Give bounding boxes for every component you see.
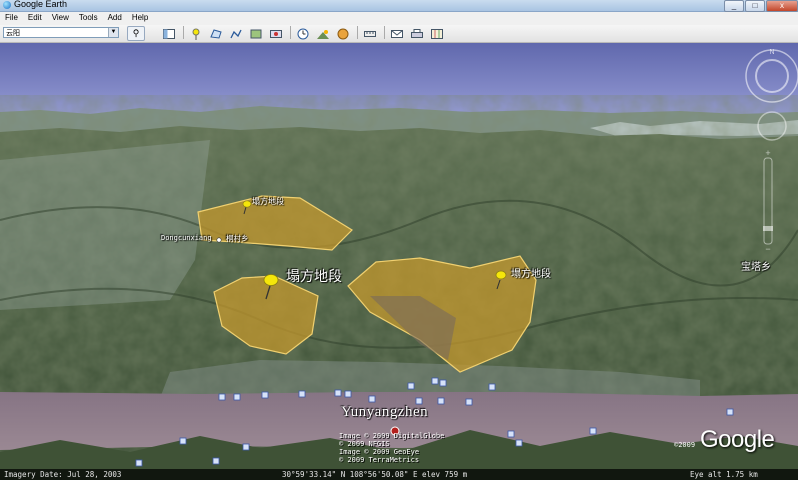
status-bar: Imagery Date: Jul 28, 2003 30°59'33.14" … — [0, 469, 798, 480]
credit-line: © 2009 NFGIS — [339, 440, 390, 448]
chevron-down-icon[interactable]: ▼ — [108, 28, 118, 37]
path-icon[interactable] — [227, 26, 245, 41]
credit-line: Image © 2009 DigitalGlobe — [339, 432, 445, 440]
switch-to-sky-icon[interactable] — [334, 26, 352, 41]
placemark-label[interactable]: 塌方地段 — [252, 196, 284, 207]
search-input[interactable]: 云阳 ▼ — [3, 27, 119, 38]
toolbar: 云阳 ▼ ⚲ — [0, 25, 798, 43]
search-icon: ⚲ — [132, 28, 140, 38]
email-icon[interactable] — [388, 26, 406, 41]
window-title: Google Earth — [14, 0, 68, 9]
sidebar-icon[interactable] — [160, 26, 178, 41]
earth-3d-view[interactable]: N + − 塌方地段 塌方地段 塌方地段 Dongcunxiang 桐村乡 宝塔… — [0, 43, 798, 480]
sunlight-icon[interactable] — [314, 26, 332, 41]
maximize-button[interactable]: □ — [745, 0, 765, 12]
menu-tools[interactable]: Tools — [74, 12, 103, 25]
place-label[interactable]: 桐村乡 — [226, 233, 249, 244]
polygon-icon[interactable] — [207, 26, 225, 41]
credit-line: © 2009 TerraMetrics — [339, 456, 420, 464]
menu-bar: File Edit View Tools Add Help — [0, 12, 798, 25]
menu-edit[interactable]: Edit — [23, 12, 47, 25]
close-button[interactable]: x — [766, 0, 798, 12]
credit-line: Image © 2009 GeoEye — [339, 448, 420, 456]
menu-help[interactable]: Help — [127, 12, 153, 25]
placemark-icon[interactable] — [187, 26, 205, 41]
print-icon[interactable] — [408, 26, 426, 41]
title-bar: Google Earth _ □ x — [0, 0, 798, 12]
place-label[interactable]: 宝塔乡 — [741, 258, 771, 273]
historical-imagery-icon[interactable] — [294, 26, 312, 41]
town-label[interactable]: Yunyangzhen — [341, 404, 428, 421]
svg-text:−: − — [765, 244, 770, 254]
google-earth-app-icon — [3, 1, 11, 9]
logo-year: ©2009 — [674, 441, 696, 449]
search-button[interactable]: ⚲ — [127, 26, 145, 41]
imagery-tile — [0, 140, 210, 310]
svg-text:N: N — [769, 49, 774, 56]
menu-add[interactable]: Add — [103, 12, 127, 25]
menu-view[interactable]: View — [47, 12, 74, 25]
imagery-credits: Image © 2009 DigitalGlobe © 2009 NFGIS I… — [339, 432, 444, 464]
menu-file[interactable]: File — [0, 12, 23, 25]
eye-altitude: Eye alt 1.75 km — [690, 470, 758, 479]
place-label[interactable]: Dongcunxiang — [161, 234, 212, 242]
svg-text:+: + — [765, 148, 770, 158]
overlay-icon[interactable] — [247, 26, 265, 41]
record-tour-icon[interactable] — [267, 26, 285, 41]
search-input-value: 云阳 — [6, 30, 20, 37]
google-logo: Google — [700, 426, 775, 453]
ruler-icon[interactable] — [361, 26, 379, 41]
placemark-label[interactable]: 塌方地段 — [511, 265, 551, 280]
placemark-label[interactable]: 塌方地段 — [286, 266, 342, 286]
minimize-button[interactable]: _ — [724, 0, 744, 12]
imagery-date: Imagery Date: Jul 28, 2003 — [4, 470, 122, 479]
pointer-coordinates: 30°59'33.14" N 108°56'50.08" E elev 759 … — [282, 470, 468, 479]
place-dot-icon[interactable] — [216, 237, 222, 243]
view-in-maps-icon[interactable] — [428, 26, 446, 41]
